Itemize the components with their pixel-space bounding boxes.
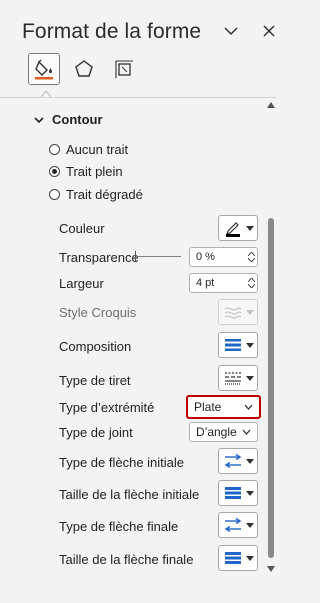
radio-button[interactable] [49, 166, 60, 177]
taille-fleche-finale-label: Taille de la flèche finale [59, 552, 194, 567]
radio-trait-degrade[interactable]: Trait dégradé [49, 187, 143, 202]
radio-trait-plein[interactable]: Trait plein [49, 164, 123, 179]
dropdown-arrow-icon [246, 342, 254, 348]
chevron-down-icon [244, 404, 253, 410]
spin-up-icon[interactable] [247, 252, 255, 256]
sketch-lines-icon [224, 307, 242, 319]
style-croquis-label: Style Croquis [59, 305, 137, 320]
spin-down-icon[interactable] [247, 258, 255, 262]
transparency-slider-thumb[interactable] [135, 251, 136, 262]
type-fleche-finale-label: Type de flèche finale [59, 519, 179, 534]
dropdown-arrow-icon [246, 458, 254, 464]
effects-pentagon-icon [75, 60, 93, 77]
dash-type-button[interactable] [218, 365, 258, 391]
close-icon [263, 25, 275, 37]
pane-title: Format de la forme [22, 20, 202, 43]
tab-size-properties[interactable] [108, 53, 140, 85]
dropdown-arrow-icon [246, 490, 254, 496]
type-extremite-label: Type d’extrémité [59, 400, 155, 415]
radio-button[interactable] [49, 189, 60, 200]
scrollbar-thumb[interactable] [268, 218, 274, 558]
couleur-label: Couleur [59, 221, 105, 236]
composition-label: Composition [59, 339, 132, 354]
section-contour-header[interactable]: Contour [34, 112, 103, 127]
transparency-value[interactable]: 0 % [190, 251, 245, 263]
size-properties-icon [115, 60, 133, 78]
begin-arrow-size-button[interactable] [218, 480, 258, 506]
width-spinbox[interactable]: 4 pt [189, 273, 258, 293]
chevron-down-icon [34, 116, 44, 123]
dropdown-arrow-icon [246, 522, 254, 528]
arrow-type-icon [224, 518, 242, 532]
begin-arrow-type-button[interactable] [218, 448, 258, 474]
radio-aucun-trait[interactable]: Aucun trait [49, 142, 128, 157]
end-arrow-type-button[interactable] [218, 512, 258, 538]
largeur-label: Largeur [59, 276, 104, 291]
radio-label: Trait dégradé [66, 187, 143, 202]
pen-color-icon [226, 222, 240, 237]
tab-effects[interactable] [68, 53, 100, 85]
pane-options-button[interactable] [220, 20, 242, 42]
compound-lines-icon [225, 339, 241, 351]
type-joint-label: Type de joint [59, 425, 133, 440]
chevron-down-icon [242, 429, 251, 435]
dropdown-arrow-icon [246, 225, 254, 231]
cap-type-select[interactable]: Plate [186, 395, 261, 419]
type-fleche-initiale-label: Type de flèche initiale [59, 455, 185, 470]
end-arrow-size-button[interactable] [218, 545, 258, 571]
dash-lines-icon [225, 372, 241, 385]
scroll-up-arrow-icon[interactable] [266, 101, 276, 109]
line-color-button[interactable] [218, 215, 258, 241]
width-value[interactable]: 4 pt [190, 277, 245, 289]
compound-type-button[interactable] [218, 332, 258, 358]
radio-label: Trait plein [66, 164, 123, 179]
transparence-label: Transparence [59, 250, 139, 265]
tab-fill-line[interactable] [28, 53, 60, 85]
fill-line-icon [35, 59, 53, 80]
dropdown-arrow-icon [246, 555, 254, 561]
scroll-down-arrow-icon[interactable] [266, 565, 276, 573]
arrow-type-icon [224, 454, 242, 468]
dropdown-arrow-icon [246, 309, 254, 315]
transparency-slider-track[interactable] [135, 256, 181, 257]
taille-fleche-initiale-label: Taille de la flèche initiale [59, 487, 200, 502]
tabs-divider [0, 97, 276, 98]
join-type-select[interactable]: D’angle [189, 422, 258, 442]
type-tiret-label: Type de tiret [59, 373, 131, 388]
transparency-spinbox[interactable]: 0 % [189, 247, 258, 267]
radio-button[interactable] [49, 144, 60, 155]
spin-down-icon[interactable] [247, 284, 255, 288]
join-type-value: D’angle [196, 425, 237, 439]
cap-type-value: Plate [194, 400, 222, 414]
radio-label: Aucun trait [66, 142, 129, 157]
chevron-down-icon [224, 27, 238, 36]
close-pane-button[interactable] [258, 20, 280, 42]
arrow-size-icon [225, 552, 241, 564]
spin-up-icon[interactable] [247, 278, 255, 282]
dropdown-arrow-icon [246, 375, 254, 381]
sketch-style-button[interactable] [218, 299, 258, 325]
section-title: Contour [52, 112, 103, 127]
arrow-size-icon [225, 487, 241, 499]
